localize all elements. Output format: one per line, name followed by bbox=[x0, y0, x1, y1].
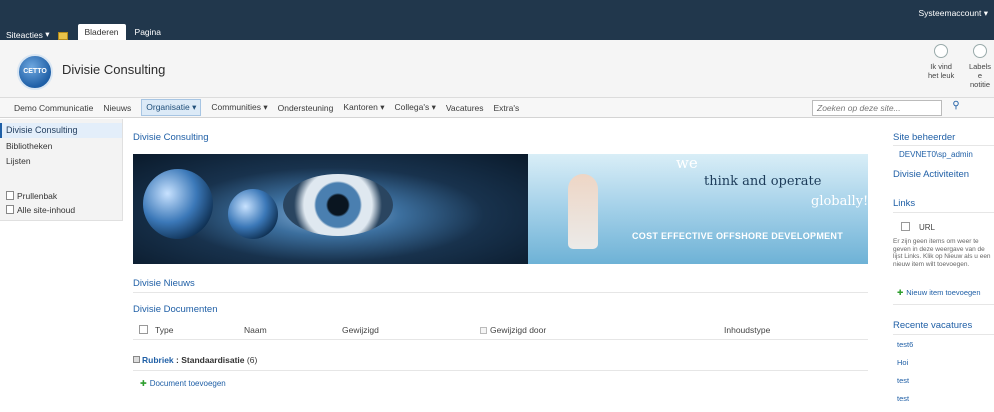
divider bbox=[893, 334, 994, 335]
site-title[interactable]: Divisie Consulting bbox=[62, 62, 165, 77]
group-count: (6) bbox=[246, 355, 258, 365]
nav-organisatie[interactable]: Organisatie ▾ bbox=[141, 99, 202, 116]
column-type[interactable]: Type bbox=[139, 325, 173, 335]
documents-title[interactable]: Divisie Documenten bbox=[133, 304, 217, 315]
account-label: Systeemaccount bbox=[918, 8, 982, 18]
leftnav-current-site[interactable]: Divisie Consulting bbox=[0, 123, 122, 138]
banner-text-globally: globally! bbox=[811, 194, 868, 209]
column-name[interactable]: Naam bbox=[244, 325, 267, 335]
column-modified[interactable]: Gewijzigd bbox=[342, 325, 379, 335]
expand-icon[interactable] bbox=[133, 356, 140, 363]
like-label-2: het leuk bbox=[928, 71, 955, 80]
like-button[interactable]: Ik vind het leuk bbox=[928, 44, 954, 80]
group-label: Rubriek bbox=[142, 355, 174, 365]
main-title[interactable]: Divisie Consulting bbox=[133, 132, 209, 143]
divider bbox=[893, 212, 994, 213]
tab-page[interactable]: Pagina bbox=[128, 24, 168, 40]
nav-demo-communicatie[interactable]: Demo Communicatie bbox=[14, 103, 93, 113]
nav-vacatures[interactable]: Vacatures bbox=[446, 103, 484, 113]
site-logo[interactable]: CETTO bbox=[17, 54, 53, 90]
select-all-checkbox[interactable] bbox=[139, 325, 148, 334]
tags-notes-button[interactable]: Labels e notitie bbox=[966, 44, 994, 89]
nav-communities[interactable]: Communities ▾ bbox=[211, 102, 267, 113]
new-item-label: Nieuw item toevoegen bbox=[906, 288, 981, 297]
globe-image-2 bbox=[228, 189, 278, 239]
links-select-checkbox[interactable] bbox=[901, 222, 910, 231]
like-icon bbox=[934, 44, 949, 58]
filter-icon bbox=[480, 327, 487, 334]
column-type-label: Type bbox=[155, 325, 174, 335]
like-label: Ik vind bbox=[930, 62, 952, 71]
tag-icon bbox=[973, 44, 987, 58]
ribbon-bar: Siteacties ▾ Bladeren Pagina Systeemacco… bbox=[0, 0, 994, 40]
divider bbox=[133, 370, 868, 371]
group-value: Standaardisatie bbox=[181, 355, 245, 365]
add-icon: ✚ bbox=[897, 288, 904, 297]
tags-label-2: notitie bbox=[969, 80, 990, 89]
vacancy-item[interactable]: test bbox=[897, 376, 909, 385]
leftnav-all-content[interactable]: Alle site-inhoud bbox=[6, 205, 75, 215]
nav-collegas-label: Collega's bbox=[394, 102, 430, 112]
eye-image bbox=[283, 174, 393, 236]
column-modified-by-label: Gewijzigd door bbox=[490, 325, 547, 335]
divider bbox=[893, 145, 994, 146]
site-actions-menu[interactable]: Siteacties ▾ bbox=[6, 29, 50, 40]
vacancy-item[interactable]: test6 bbox=[897, 340, 913, 349]
recycle-bin-icon bbox=[6, 191, 14, 200]
user-account-menu[interactable]: Systeemaccount ▾ bbox=[919, 8, 988, 19]
banner-text-think: think and operate bbox=[704, 174, 822, 189]
search-icon[interactable]: ⚲ bbox=[948, 100, 964, 116]
tags-label: Labels e bbox=[968, 62, 992, 80]
nav-kantoren[interactable]: Kantoren ▾ bbox=[343, 102, 384, 113]
url-label: URL bbox=[919, 223, 936, 232]
site-actions-label: Siteacties bbox=[6, 29, 43, 40]
banner-offshore: we think and operate globally! COST EFFE… bbox=[528, 154, 868, 264]
links-title[interactable]: Links bbox=[893, 198, 915, 209]
add-icon: ✚ bbox=[140, 379, 147, 388]
nav-extras[interactable]: Extra's bbox=[494, 103, 520, 113]
add-document-link[interactable]: ✚ Document toevoegen bbox=[140, 379, 226, 388]
navigate-up-icon[interactable] bbox=[57, 32, 68, 40]
links-empty-message: Er zijn geen items om weer te geven in d… bbox=[893, 238, 991, 268]
divider bbox=[893, 304, 994, 305]
globe-image bbox=[143, 169, 213, 239]
add-document-label: Document toevoegen bbox=[149, 379, 226, 388]
tab-browse[interactable]: Bladeren bbox=[77, 24, 126, 40]
nav-organisatie-label: Organisatie bbox=[146, 102, 190, 112]
column-content-type[interactable]: Inhoudstype bbox=[724, 325, 770, 335]
woman-figure bbox=[568, 174, 598, 249]
title-area: CETTO Divisie Consulting Ik vind het leu… bbox=[0, 40, 994, 98]
links-column-url[interactable]: URL bbox=[901, 222, 935, 232]
nav-communities-label: Communities bbox=[211, 102, 261, 112]
banner-text-we: we bbox=[676, 154, 698, 172]
ribbon-tabs: Siteacties ▾ Bladeren Pagina bbox=[6, 24, 170, 40]
divider bbox=[133, 292, 868, 293]
banner-image: we think and operate globally! COST EFFE… bbox=[133, 154, 868, 264]
leftnav-recycle-bin[interactable]: Prullenbak bbox=[6, 191, 57, 201]
news-title[interactable]: Divisie Nieuws bbox=[133, 278, 195, 289]
nav-ondersteuning[interactable]: Ondersteuning bbox=[278, 103, 334, 113]
all-content-icon bbox=[6, 205, 14, 214]
recycle-label: Prullenbak bbox=[17, 191, 58, 201]
leftnav-lists[interactable]: Lijsten bbox=[6, 156, 31, 166]
site-admin-user[interactable]: DEVNET0\sp_admin bbox=[899, 150, 973, 159]
all-content-label: Alle site-inhoud bbox=[17, 205, 76, 215]
nav-kantoren-label: Kantoren bbox=[343, 102, 378, 112]
banner-text-cost: COST EFFECTIVE OFFSHORE DEVELOPMENT bbox=[632, 231, 844, 241]
site-admin-title: Site beheerder bbox=[893, 132, 956, 143]
nav-nieuws[interactable]: Nieuws bbox=[103, 103, 131, 113]
vacancy-item[interactable]: test bbox=[897, 394, 909, 403]
vacancy-item[interactable]: Hoi bbox=[897, 358, 908, 367]
group-header[interactable]: Rubriek : Standaardisatie (6) bbox=[133, 355, 257, 365]
quick-launch: Divisie Consulting Bibliotheken Lijsten … bbox=[0, 119, 123, 221]
banner-eye-globes bbox=[133, 154, 528, 264]
vacancies-title[interactable]: Recente vacatures bbox=[893, 320, 972, 331]
search-input[interactable]: Zoeken op deze site... bbox=[812, 100, 942, 116]
leftnav-libraries[interactable]: Bibliotheken bbox=[6, 141, 52, 151]
column-modified-by[interactable]: Gewijzigd door bbox=[480, 325, 546, 335]
activities-title[interactable]: Divisie Activiteiten bbox=[893, 169, 969, 180]
new-link-item[interactable]: ✚ Nieuw item toevoegen bbox=[897, 288, 981, 297]
divider bbox=[133, 339, 868, 340]
nav-collegas[interactable]: Collega's ▾ bbox=[395, 102, 436, 113]
